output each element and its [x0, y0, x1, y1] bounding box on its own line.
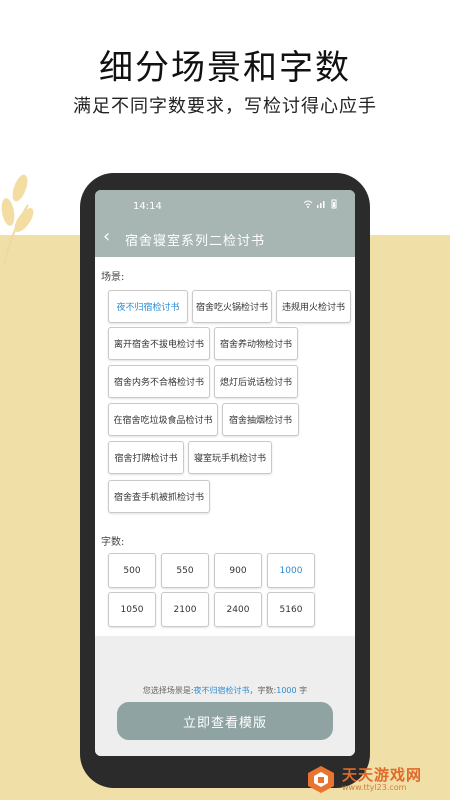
scene-chip-7[interactable]: 在宿舍吃垃圾食品检讨书 — [108, 403, 218, 436]
battery-icon — [329, 199, 339, 212]
scene-section-label: 场景: — [101, 272, 125, 283]
promo-headline: 细分场景和字数 — [99, 48, 351, 88]
leaf-decoration-icon — [1, 174, 34, 266]
count-option-0[interactable]: 500 — [108, 553, 156, 588]
summary-mid: ，字数: — [249, 686, 277, 695]
phone-screen: 14:14 ‹ 宿舍寝室系列二检讨书 场景: 夜不归宿检讨书 宿舍吃火锅检讨书 … — [95, 190, 355, 756]
scene-chip-0[interactable]: 夜不归宿检讨书 — [108, 290, 188, 323]
count-option-6[interactable]: 2400 — [214, 592, 262, 627]
scene-chip-5[interactable]: 宿舍内务不合格检讨书 — [108, 365, 210, 398]
scene-chip-11[interactable]: 宿舍查手机被抓检讨书 — [108, 480, 210, 513]
wifi-icon — [303, 199, 313, 212]
scene-chip-3[interactable]: 离开宿舍不拔电检讨书 — [108, 327, 210, 360]
title-bar: ‹ 宿舍寝室系列二检讨书 — [95, 220, 355, 257]
count-option-2[interactable]: 900 — [214, 553, 262, 588]
site-watermark: 天天游戏网 www.ttyl23.com — [306, 762, 446, 796]
page-title: 宿舍寝室系列二检讨书 — [125, 234, 266, 249]
scene-chip-1[interactable]: 宿舍吃火锅检讨书 — [192, 290, 272, 323]
count-option-5[interactable]: 2100 — [161, 592, 209, 627]
count-option-4[interactable]: 1050 — [108, 592, 156, 627]
scene-chip-10[interactable]: 寝室玩手机检讨书 — [188, 441, 272, 474]
scene-chip-4[interactable]: 宿舍养动物检讨书 — [214, 327, 298, 360]
count-section-label: 字数: — [101, 537, 125, 548]
status-bar: 14:14 — [95, 190, 355, 220]
scene-chip-8[interactable]: 宿舍抽烟检讨书 — [222, 403, 299, 436]
promo-subline: 满足不同字数要求，写检讨得心应手 — [73, 96, 377, 117]
scene-chip-9[interactable]: 宿舍打牌检讨书 — [108, 441, 184, 474]
summary-prefix: 您选择场景是: — [142, 686, 194, 695]
count-option-3[interactable]: 1000 — [267, 553, 315, 588]
summary-count: 1000 — [276, 686, 297, 695]
watermark-url: www.ttyl23.com — [342, 783, 407, 792]
view-template-button[interactable]: 立即查看模版 — [117, 702, 333, 740]
status-time: 14:14 — [133, 201, 162, 212]
summary-scene: 夜不归宿检讨书 — [193, 686, 250, 695]
summary-suffix: 字 — [296, 686, 308, 695]
selection-summary: 您选择场景是:夜不归宿检讨书，字数:1000 字 — [95, 685, 355, 696]
count-option-1[interactable]: 550 — [161, 553, 209, 588]
count-option-7[interactable]: 5160 — [267, 592, 315, 627]
status-icons — [303, 199, 339, 212]
watermark-text: 天天游戏网 — [342, 766, 423, 784]
site-logo-icon — [308, 766, 334, 793]
scene-chip-2[interactable]: 违规用火检讨书 — [276, 290, 351, 323]
back-arrow-icon[interactable]: ‹ — [103, 228, 110, 246]
scene-chip-6[interactable]: 熄灯后说话检讨书 — [214, 365, 298, 398]
signal-icon — [316, 199, 326, 212]
